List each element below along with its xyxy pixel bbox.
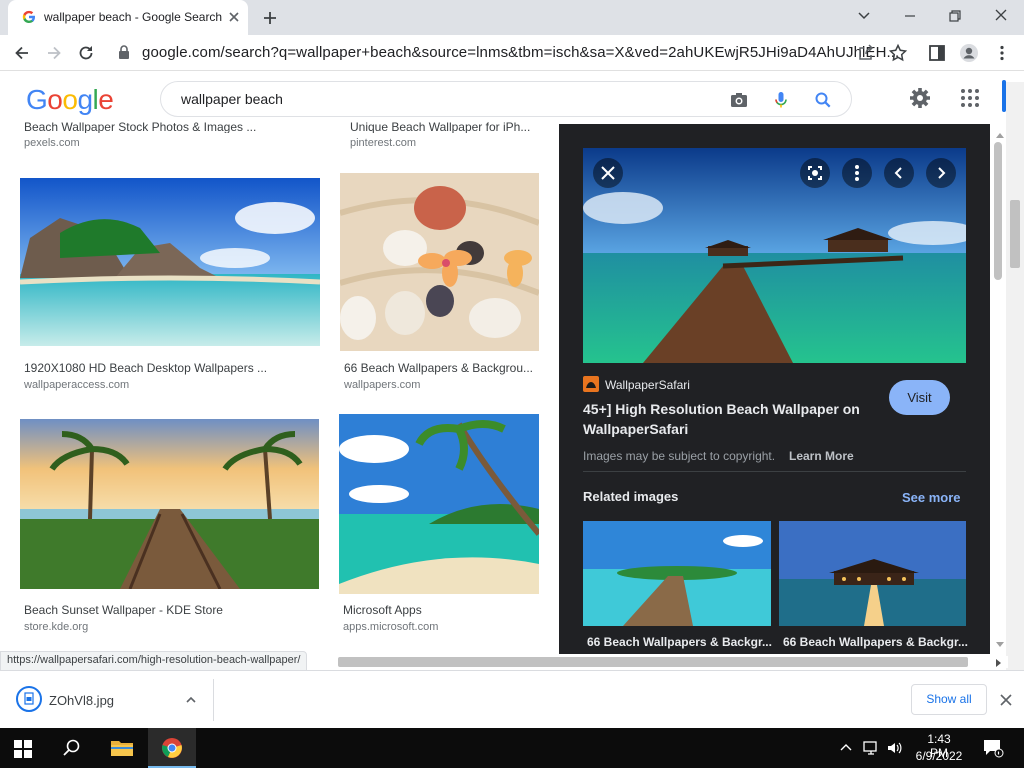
windows-taskbar: 1:43 PM 6/9/2022 — [0, 728, 1024, 768]
image-preview-panel: WallpaperSafari 45+] High Resolution Bea… — [559, 124, 990, 654]
scroll-up-icon[interactable] — [996, 132, 1004, 140]
learn-more-link[interactable]: Learn More — [789, 449, 854, 463]
preview-source[interactable]: WallpaperSafari — [605, 378, 690, 392]
close-window-icon[interactable] — [989, 6, 1013, 26]
download-filename[interactable]: ZOhVl8.jpg — [49, 693, 114, 708]
download-options-chevron-up-icon[interactable] — [184, 693, 198, 707]
tab-close-icon[interactable] — [226, 9, 242, 25]
chrome-icon — [161, 737, 183, 759]
file-explorer-icon[interactable] — [110, 738, 134, 758]
forward-arrow-icon[interactable] — [44, 43, 64, 63]
result-image-sunset-boardwalk[interactable] — [20, 419, 319, 589]
notification-center-icon[interactable] — [982, 738, 1004, 758]
preview-scrollbar-thumb[interactable] — [994, 142, 1002, 280]
search-icon[interactable] — [813, 90, 833, 110]
browser-tab[interactable]: wallpaper beach - Google Search — [8, 0, 248, 35]
profile-avatar-icon[interactable] — [959, 43, 979, 63]
bookmark-star-icon[interactable] — [888, 43, 908, 63]
back-arrow-icon[interactable] — [12, 43, 32, 63]
wallpapersafari-favicon-icon — [583, 376, 599, 392]
related-image[interactable] — [583, 521, 771, 626]
settings-gear-icon[interactable] — [908, 86, 932, 110]
result-site[interactable]: pexels.com — [24, 137, 80, 149]
preview-title-line2[interactable]: WallpaperSafari — [583, 421, 688, 437]
browser-menu-icon[interactable] — [992, 43, 1012, 63]
scroll-down-icon[interactable] — [996, 642, 1004, 648]
new-tab-plus-icon[interactable] — [260, 8, 280, 28]
result-site[interactable]: apps.microsoft.com — [343, 621, 438, 633]
tab-title: wallpaper beach - Google Search — [44, 10, 223, 24]
search-input[interactable]: wallpaper beach — [181, 91, 283, 107]
more-options-icon[interactable] — [842, 158, 872, 188]
visit-button[interactable]: Visit — [889, 380, 950, 415]
show-hidden-icons-chevron-icon[interactable] — [840, 742, 852, 752]
reload-icon[interactable] — [76, 43, 96, 63]
previous-image-icon[interactable] — [884, 158, 914, 188]
result-image-palm-cove[interactable] — [339, 414, 539, 594]
horizontal-scrollbar-thumb[interactable] — [338, 657, 968, 667]
search-box[interactable]: wallpaper beach — [160, 81, 852, 117]
chrome-taskbar-button[interactable] — [148, 728, 196, 768]
google-favicon-icon — [22, 10, 36, 24]
result-title[interactable]: 1920X1080 HD Beach Desktop Wallpapers ..… — [24, 361, 274, 375]
next-image-icon[interactable] — [926, 158, 956, 188]
result-site[interactable]: wallpapers.com — [344, 379, 420, 391]
result-site[interactable]: pinterest.com — [350, 137, 416, 149]
result-title[interactable]: Beach Sunset Wallpaper - KDE Store — [24, 603, 274, 617]
google-header: Google wallpaper beach — [0, 72, 1024, 124]
result-title[interactable]: Microsoft Apps — [343, 603, 535, 617]
address-bar[interactable]: google.com/search?q=wallpaper+beach&sour… — [142, 44, 899, 61]
divider — [583, 471, 966, 472]
divider — [213, 679, 214, 721]
preview-title-line1[interactable]: 45+] High Resolution Beach Wallpaper on — [583, 401, 860, 417]
taskbar-date[interactable]: 6/9/2022 — [913, 749, 965, 763]
browser-toolbar: google.com/search?q=wallpaper+beach&sour… — [0, 35, 1024, 71]
close-preview-icon[interactable] — [593, 158, 623, 188]
restore-icon[interactable] — [943, 6, 967, 26]
result-title[interactable]: Beach Wallpaper Stock Photos & Images ..… — [24, 120, 274, 133]
see-more-link[interactable]: See more — [902, 490, 961, 505]
network-icon[interactable] — [862, 739, 880, 757]
result-title[interactable]: Unique Beach Wallpaper for iPh... — [350, 120, 540, 133]
lens-search-icon[interactable] — [800, 158, 830, 188]
taskbar-search-icon[interactable] — [62, 738, 82, 758]
share-icon[interactable] — [856, 43, 876, 63]
related-image-title[interactable]: 66 Beach Wallpapers & Backgr... — [587, 635, 772, 649]
volume-icon[interactable] — [886, 739, 904, 757]
result-site[interactable]: store.kde.org — [24, 621, 88, 633]
minimize-icon[interactable] — [898, 6, 922, 26]
download-file-icon[interactable] — [16, 686, 42, 712]
result-title[interactable]: 66 Beach Wallpapers & Backgrou... — [344, 361, 536, 375]
scroll-right-icon[interactable] — [996, 659, 1002, 667]
result-image-shells-flowers[interactable] — [340, 173, 539, 351]
side-panel-icon[interactable] — [927, 43, 947, 63]
lock-icon[interactable] — [116, 44, 136, 64]
show-all-button[interactable]: Show all — [911, 684, 987, 715]
horizontal-scrollbar — [338, 656, 1008, 668]
close-downloads-icon[interactable] — [998, 692, 1014, 708]
apps-grid-icon[interactable] — [958, 86, 982, 110]
related-image-title[interactable]: 66 Beach Wallpapers & Backgr... — [783, 635, 968, 649]
microphone-icon[interactable] — [771, 90, 791, 110]
result-image-tropical-rocks[interactable] — [20, 178, 320, 346]
tab-strip: wallpaper beach - Google Search — [0, 0, 1024, 35]
related-image[interactable] — [779, 521, 966, 626]
related-images-heading: Related images — [583, 489, 679, 504]
windows-start-icon[interactable] — [14, 740, 32, 758]
status-bar-url: https://wallpapersafari.com/high-resolut… — [0, 651, 308, 671]
copyright-notice: Images may be subject to copyright. — [583, 449, 776, 463]
result-site[interactable]: wallpaperaccess.com — [24, 379, 129, 391]
camera-lens-icon[interactable] — [729, 90, 749, 110]
google-logo[interactable]: Google — [26, 84, 114, 116]
page-scrollbar-thumb[interactable] — [1010, 200, 1020, 268]
page-scrollbar-track — [1006, 82, 1024, 670]
downloads-bar: ZOhVl8.jpg Show all — [0, 670, 1024, 728]
tab-search-chevron-down-icon[interactable] — [852, 6, 876, 26]
